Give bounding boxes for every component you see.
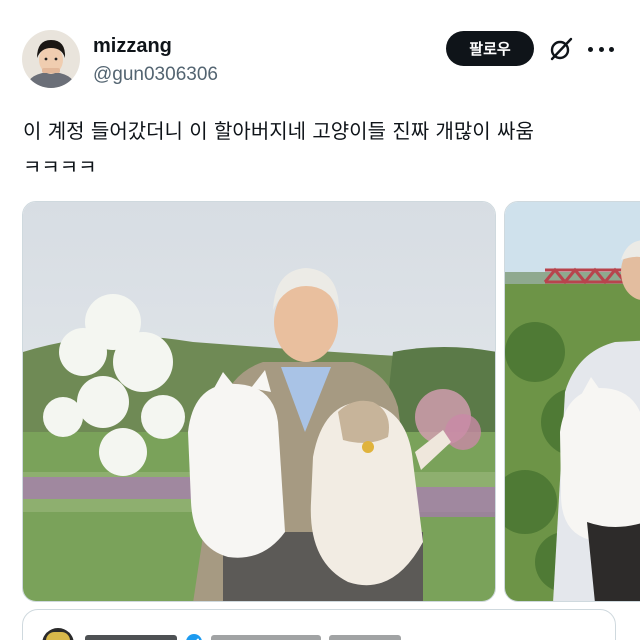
tweet-post: mizzang @gun0306306 팔로우 이 계정 들어갔더니 이 할아버… — [0, 0, 640, 640]
follow-button[interactable]: 팔로우 — [446, 31, 534, 66]
more-dot — [588, 46, 593, 52]
quoted-author-avatar — [42, 628, 74, 640]
author-names: mizzang @gun0306306 — [93, 34, 218, 88]
tweet-text: 이 계정 들어갔더니 이 할아버지네 고양이들 진짜 개많이 싸움 ㅋㅋㅋㅋ — [23, 119, 534, 179]
tweet-photo-1[interactable] — [22, 201, 496, 602]
grok-icon[interactable] — [548, 36, 574, 62]
author-avatar[interactable] — [22, 30, 80, 88]
more-dot — [609, 46, 614, 52]
verified-badge-icon — [186, 634, 202, 640]
quoted-tweet-header — [85, 632, 401, 640]
author-handle[interactable]: @gun0306306 — [93, 62, 218, 88]
quoted-author-handle-obscured — [211, 635, 321, 640]
tweet-photo-2[interactable] — [504, 201, 640, 602]
quoted-author-name-obscured — [85, 635, 177, 640]
more-dot — [598, 46, 604, 52]
author-display-name[interactable]: mizzang — [93, 34, 218, 58]
more-icon[interactable] — [588, 38, 614, 60]
quoted-tweet-card[interactable] — [22, 609, 616, 640]
quoted-tweet-date-obscured — [329, 635, 401, 640]
